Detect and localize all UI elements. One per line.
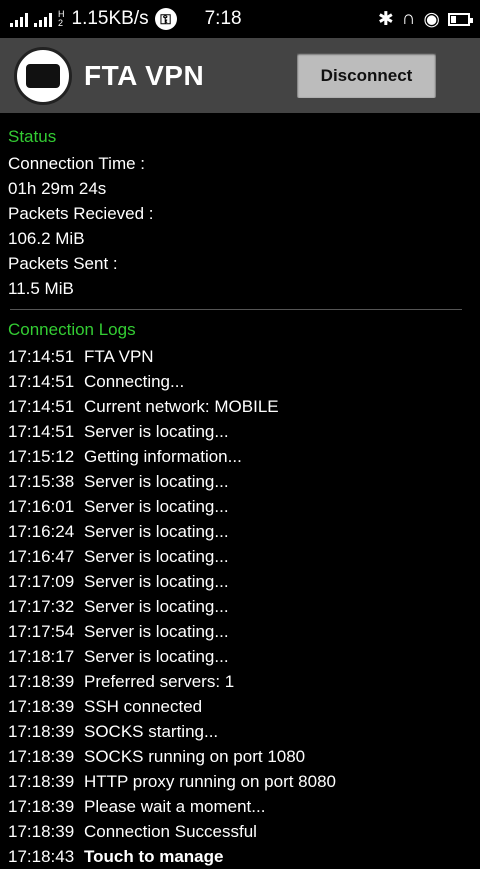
log-time: 17:18:39: [8, 797, 75, 816]
headset-icon: ∩: [401, 8, 416, 29]
log-message: Touch to manage: [84, 847, 224, 866]
clock: 7:18: [204, 8, 242, 29]
log-entry: 17:18:17 Server is locating...: [8, 644, 472, 669]
log-time: 17:17:32: [8, 597, 75, 616]
log-time: 17:16:24: [8, 522, 75, 541]
logo-emblem: [26, 63, 60, 88]
log-message: FTA VPN: [84, 347, 154, 366]
log-message: Server is locating...: [84, 497, 229, 516]
log-entry: 17:14:51 FTA VPN: [8, 344, 472, 369]
log-time: 17:16:47: [8, 547, 75, 566]
log-time: 17:14:51: [8, 347, 75, 366]
log-time: 17:18:39: [8, 772, 75, 791]
log-message: Preferred servers: 1: [84, 672, 235, 691]
log-time: 17:18:39: [8, 697, 75, 716]
eye-icon: ◉: [423, 8, 440, 30]
log-entry: 17:18:39 HTTP proxy running on port 8080: [8, 769, 472, 794]
log-message: Server is locating...: [84, 522, 229, 541]
log-entry: 17:14:51 Server is locating...: [8, 419, 472, 444]
log-message: Connecting...: [84, 372, 185, 391]
log-time: 17:14:51: [8, 397, 75, 416]
log-time: 17:16:01: [8, 497, 75, 516]
connection-time-label: Connection Time :: [8, 154, 146, 173]
log-message: Getting information...: [84, 447, 242, 466]
log-message: Server is locating...: [84, 597, 229, 616]
log-message: SOCKS starting...: [84, 722, 219, 741]
packets-sent-label: Packets Sent :: [8, 254, 118, 273]
log-message: Server is locating...: [84, 622, 229, 641]
log-entry: 17:14:51 Connecting...: [8, 369, 472, 394]
packets-received-label: Packets Recieved :: [8, 204, 154, 223]
log-time: 17:18:39: [8, 722, 75, 741]
log-entry: 17:18:39 Preferred servers: 1: [8, 669, 472, 694]
log-entry: 17:16:47 Server is locating...: [8, 544, 472, 569]
log-time: 17:18:17: [8, 647, 75, 666]
section-divider: [10, 309, 462, 310]
packets-received-value: 106.2 MiB: [8, 229, 85, 248]
log-message: Connection Successful: [84, 822, 257, 841]
log-message: HTTP proxy running on port 8080: [84, 772, 336, 791]
log-time: 17:15:38: [8, 472, 75, 491]
log-time: 17:15:12: [8, 447, 75, 466]
log-time: 17:18:39: [8, 672, 75, 691]
log-time: 17:14:51: [8, 372, 75, 391]
app-title: FTA VPN: [84, 59, 205, 91]
main-content: Status Connection Time : 01h 29m 24s Pac…: [0, 113, 480, 869]
bluetooth-icon: ✱: [377, 8, 394, 30]
log-entry: 17:15:12 Getting information...: [8, 444, 472, 469]
log-entry: 17:18:43 Touch to manage: [8, 844, 472, 869]
log-message: Server is locating...: [84, 547, 229, 566]
log-entry: 17:18:39 SSH connected: [8, 694, 472, 719]
log-entry: 17:18:39 SOCKS starting...: [8, 719, 472, 744]
log-message: Current network: MOBILE: [84, 397, 279, 416]
disconnect-button[interactable]: Disconnect: [297, 53, 436, 98]
log-entry: 17:16:24 Server is locating...: [8, 519, 472, 544]
log-time: 17:18:39: [8, 822, 75, 841]
battery-icon: [448, 12, 473, 26]
log-entry: 17:18:39 Connection Successful: [8, 819, 472, 844]
log-time: 17:17:54: [8, 622, 75, 641]
log-entry: 17:14:51 Current network: MOBILE: [8, 394, 472, 419]
log-entry: 17:17:54 Server is locating...: [8, 619, 472, 644]
log-message: SOCKS running on port 1080: [84, 747, 306, 766]
log-message: Server is locating...: [84, 472, 229, 491]
signal-strength-icon: [10, 11, 28, 27]
connection-time-value: 01h 29m 24s: [8, 179, 107, 198]
app-logo-icon: [14, 46, 72, 105]
log-message: Server is locating...: [84, 647, 229, 666]
log-message: Server is locating...: [84, 422, 229, 441]
app-header: FTA VPN Disconnect: [0, 38, 480, 113]
connection-logs-list[interactable]: 17:14:51 FTA VPN 17:14:51 Connecting... 17:1…: [8, 344, 472, 869]
log-entry: 17:18:39 SOCKS running on port 1080: [8, 744, 472, 769]
log-entry: 17:17:32 Server is locating...: [8, 594, 472, 619]
log-entry: 17:16:01 Server is locating...: [8, 494, 472, 519]
log-time: 17:18:43: [8, 847, 75, 866]
status-bar-right: ✱ ∩ ◉: [377, 8, 473, 31]
log-entry: 17:15:38 Server is locating...: [8, 469, 472, 494]
system-status-bar: H2 1.15KB/s ⚿ 7:18 ✱ ∩ ◉: [0, 0, 480, 38]
logs-section-title: Connection Logs: [8, 320, 136, 339]
vpn-key-icon: ⚿: [154, 8, 177, 30]
log-time: 17:17:09: [8, 572, 75, 591]
log-entry: 17:18:39 Please wait a moment...: [8, 794, 472, 819]
status-section-title: Status: [8, 127, 57, 146]
status-bar-left: H2 1.15KB/s ⚿ 7:18: [10, 8, 242, 30]
log-message: SSH connected: [84, 697, 203, 716]
packets-sent-value: 11.5 MiB: [8, 279, 74, 298]
log-entry: 17:17:09 Server is locating...: [8, 569, 472, 594]
log-message: Server is locating...: [84, 572, 229, 591]
log-time: 17:18:39: [8, 747, 75, 766]
log-time: 17:14:51: [8, 422, 75, 441]
log-message: Please wait a moment...: [84, 797, 266, 816]
network-speed: 1.15KB/s: [71, 8, 149, 29]
signal-strength-2-icon: [34, 11, 52, 27]
network-type-icon: H2: [58, 9, 65, 28]
